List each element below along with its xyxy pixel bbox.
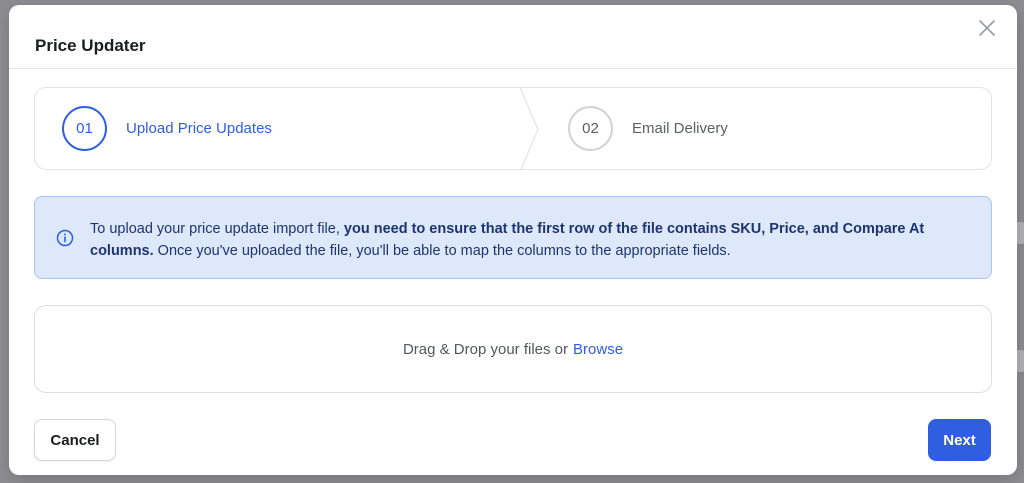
step-label: Upload Price Updates — [126, 120, 272, 137]
step-email-delivery[interactable]: 02 Email Delivery — [568, 88, 728, 169]
step-number: 02 — [568, 106, 613, 151]
info-text: To upload your price update import file,… — [90, 218, 970, 262]
step-label: Email Delivery — [632, 120, 728, 137]
info-circle-icon — [56, 229, 74, 247]
info-banner: To upload your price update import file,… — [34, 196, 992, 279]
step-number: 01 — [62, 106, 107, 151]
cancel-button[interactable]: Cancel — [34, 419, 116, 461]
file-dropzone[interactable]: Drag & Drop your files or Browse — [34, 305, 992, 393]
step-upload-price-updates[interactable]: 01 Upload Price Updates — [62, 88, 272, 169]
info-text-intro: To upload your price update import file, — [90, 221, 344, 237]
price-updater-modal: Price Updater 01 Upload Price Updates 02… — [9, 5, 1017, 475]
modal-header: Price Updater — [9, 5, 1017, 69]
backdrop-fragment — [1016, 350, 1024, 372]
chevron-divider-icon — [519, 88, 539, 169]
stepper: 01 Upload Price Updates 02 Email Deliver… — [34, 87, 992, 170]
backdrop-fragment — [1016, 222, 1024, 244]
close-icon — [979, 20, 995, 36]
modal-title: Price Updater — [35, 36, 146, 55]
next-button[interactable]: Next — [928, 419, 991, 461]
dropzone-text: Drag & Drop your files or — [402, 340, 569, 358]
browse-link[interactable]: Browse — [573, 341, 623, 358]
info-text-outro: Once you've uploaded the file, you'll be… — [153, 243, 731, 259]
close-button[interactable] — [977, 18, 997, 38]
